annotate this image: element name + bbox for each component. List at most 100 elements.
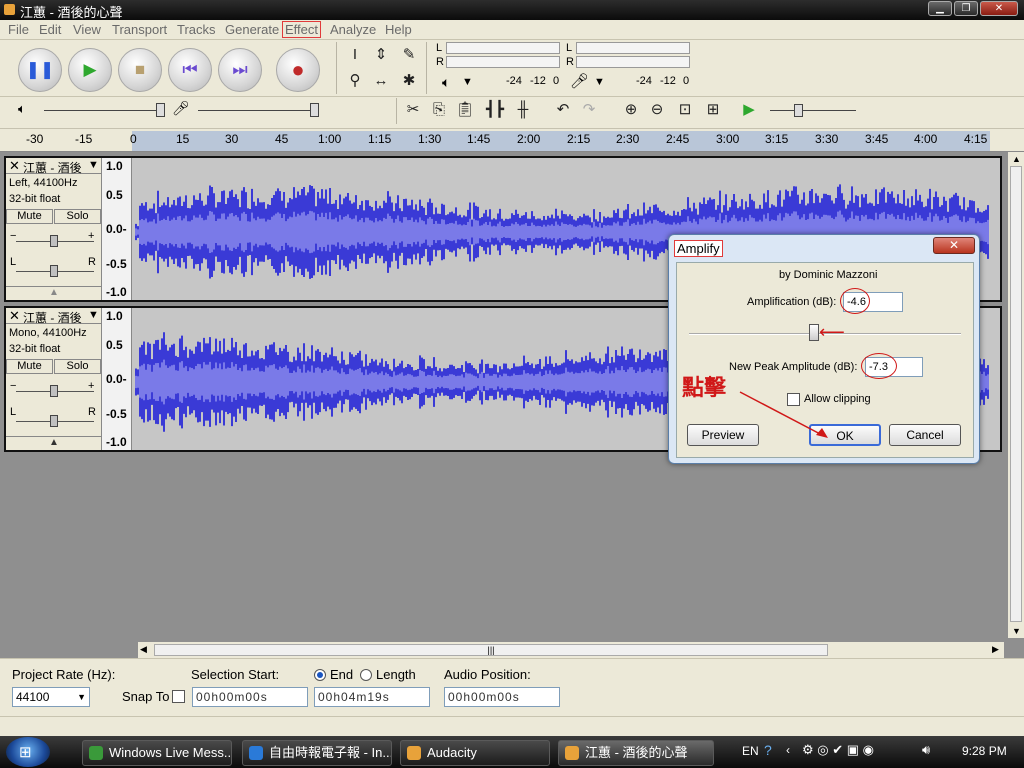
audio-position-field[interactable]: 00h00m00s	[444, 687, 560, 707]
gain-slider[interactable]: − +	[10, 380, 94, 398]
pan-slider[interactable]: L R	[10, 406, 96, 428]
maximize-button[interactable]: ❐	[954, 1, 978, 16]
volume-tray-icon[interactable]: 🔊︎	[922, 742, 930, 758]
menu-tracks[interactable]: Tracks	[177, 22, 216, 37]
play-speed-thumb[interactable]	[794, 104, 803, 117]
paste-icon[interactable]: 📋︎	[454, 99, 476, 121]
scale-label: 1.0	[106, 309, 123, 323]
tray-icons[interactable]: ⚙ ◎ ✔ ▣ ◉	[802, 742, 874, 758]
amplification-slider-thumb[interactable]	[809, 324, 820, 341]
track-menu-dropdown-icon[interactable]: ▼	[88, 309, 99, 321]
taskbar-item-messenger[interactable]: Windows Live Mess...	[82, 740, 232, 766]
multi-tool-icon[interactable]: ✱	[398, 70, 420, 92]
track-close-icon[interactable]: ✕	[9, 158, 20, 174]
mute-button[interactable]: Mute	[6, 359, 53, 374]
tray-expand-icon[interactable]: ‹	[786, 743, 790, 757]
track-close-icon[interactable]: ✕	[9, 308, 20, 324]
selection-start-field[interactable]: 00h00m00s	[192, 687, 308, 707]
redo-icon[interactable]: ↷	[578, 99, 600, 121]
pause-button[interactable]: ❚❚	[18, 48, 62, 92]
menu-help[interactable]: Help	[385, 22, 412, 37]
menu-file[interactable]: File	[8, 22, 29, 37]
horizontal-scrollbar[interactable]: ◀ ||| ▶	[138, 642, 1004, 658]
zoom-out-icon[interactable]: ⊖	[646, 99, 668, 121]
track-name-bar[interactable]: ✕ 江蕙 - 酒後 ▼	[6, 308, 102, 325]
collapse-track-button[interactable]: ▲	[6, 436, 102, 450]
menu-edit[interactable]: Edit	[39, 22, 61, 37]
close-window-button[interactable]: ✕	[980, 1, 1018, 16]
copy-icon[interactable]: ⎘	[428, 99, 450, 121]
ruler-tick: 2:00	[517, 132, 541, 146]
solo-button[interactable]: Solo	[54, 209, 101, 224]
end-radio[interactable]	[314, 669, 326, 681]
dialog-close-button[interactable]: ✕	[933, 237, 975, 254]
silence-icon[interactable]: ╫	[512, 99, 534, 121]
minimize-button[interactable]: ▁	[928, 1, 952, 16]
gain-slider[interactable]: − +	[10, 230, 94, 248]
stop-button[interactable]: ■	[118, 48, 162, 92]
taskbar-item-browser[interactable]: 自由時報電子報 - In...	[242, 740, 392, 766]
record-volume-thumb[interactable]	[310, 103, 319, 117]
scroll-right-icon[interactable]: ▶	[992, 644, 999, 655]
playback-volume-slider[interactable]	[44, 110, 164, 111]
stop-icon: ■	[134, 60, 146, 79]
draw-tool-icon[interactable]: ✎	[398, 44, 420, 66]
taskbar-item-audacity[interactable]: Audacity	[400, 740, 550, 766]
scroll-up-icon[interactable]: ▲	[1012, 154, 1021, 164]
skip-end-button[interactable]: ⏭	[218, 48, 262, 92]
menu-effect[interactable]: Effect	[281, 21, 322, 38]
vertical-scroll-thumb[interactable]	[1010, 166, 1022, 622]
scroll-left-icon[interactable]: ◀	[140, 644, 147, 655]
menu-generate[interactable]: Generate	[225, 22, 279, 37]
project-rate-select[interactable]: 44100 ▼	[12, 687, 90, 707]
record-volume-slider[interactable]	[198, 110, 318, 111]
play-at-speed-icon[interactable]: ▶	[738, 99, 760, 121]
menu-analyze[interactable]: Analyze	[330, 22, 376, 37]
microphone-icon[interactable]: 🎤︎	[570, 72, 589, 90]
pan-slider-thumb[interactable]	[50, 415, 58, 427]
taskbar-item-active-window[interactable]: 江蕙 - 酒後的心聲	[558, 740, 714, 766]
scroll-down-icon[interactable]: ▼	[1012, 626, 1021, 636]
timeline-ruler[interactable]: -30 -15 0 15 30 45 1:00 1:15 1:30 1:45 2…	[0, 128, 1024, 152]
skip-start-button[interactable]: ⏮	[168, 48, 212, 92]
playback-meter-dropdown-icon[interactable]: ▼	[462, 76, 473, 88]
cut-icon[interactable]: ✂	[402, 99, 424, 121]
zoom-tool-icon[interactable]: ⚲	[344, 70, 366, 92]
clock[interactable]: 9:28 PM	[962, 744, 1007, 758]
fit-project-icon[interactable]: ⊞	[702, 99, 724, 121]
snap-to-checkbox[interactable]	[172, 690, 185, 703]
undo-icon[interactable]: ↶	[552, 99, 574, 121]
ruler-tick: 45	[275, 132, 289, 146]
zoom-in-icon[interactable]: ⊕	[620, 99, 642, 121]
solo-button[interactable]: Solo	[54, 359, 101, 374]
mute-button[interactable]: Mute	[6, 209, 53, 224]
record-button[interactable]: ●	[276, 48, 320, 92]
pan-slider-thumb[interactable]	[50, 265, 58, 277]
help-icon[interactable]: ?	[764, 742, 772, 758]
pan-slider[interactable]: L R	[10, 256, 96, 278]
speaker-icon[interactable]: 🔈︎	[442, 74, 450, 91]
menu-transport[interactable]: Transport	[112, 22, 167, 37]
timeshift-tool-icon[interactable]: ↔	[370, 70, 392, 92]
cancel-button[interactable]: Cancel	[889, 424, 961, 446]
track-name-bar[interactable]: ✕ 江蕙 - 酒後 ▼	[6, 158, 102, 175]
envelope-tool-icon[interactable]: ⇕	[370, 44, 392, 66]
playback-volume-thumb[interactable]	[156, 103, 165, 117]
play-button[interactable]: ▶	[68, 48, 112, 92]
vertical-scrollbar[interactable]: ▲ ▼	[1008, 152, 1024, 638]
selection-end-field[interactable]: 00h04m19s	[314, 687, 430, 707]
gain-slider-thumb[interactable]	[50, 235, 58, 247]
gain-slider-thumb[interactable]	[50, 385, 58, 397]
menu-view[interactable]: View	[73, 22, 101, 37]
track-menu-dropdown-icon[interactable]: ▼	[88, 159, 99, 171]
start-button[interactable]: ⊞	[6, 737, 50, 767]
language-indicator[interactable]: EN	[742, 744, 759, 758]
collapse-track-button[interactable]: ▲	[6, 286, 102, 300]
play-speed-slider[interactable]	[770, 110, 856, 111]
horizontal-scroll-thumb[interactable]: |||	[154, 644, 828, 656]
length-radio[interactable]	[360, 669, 372, 681]
fit-selection-icon[interactable]: ⊡	[674, 99, 696, 121]
trim-icon[interactable]: ┫┣	[484, 99, 506, 121]
selection-tool-icon[interactable]: I	[344, 44, 366, 66]
record-meter-dropdown-icon[interactable]: ▼	[594, 76, 605, 88]
